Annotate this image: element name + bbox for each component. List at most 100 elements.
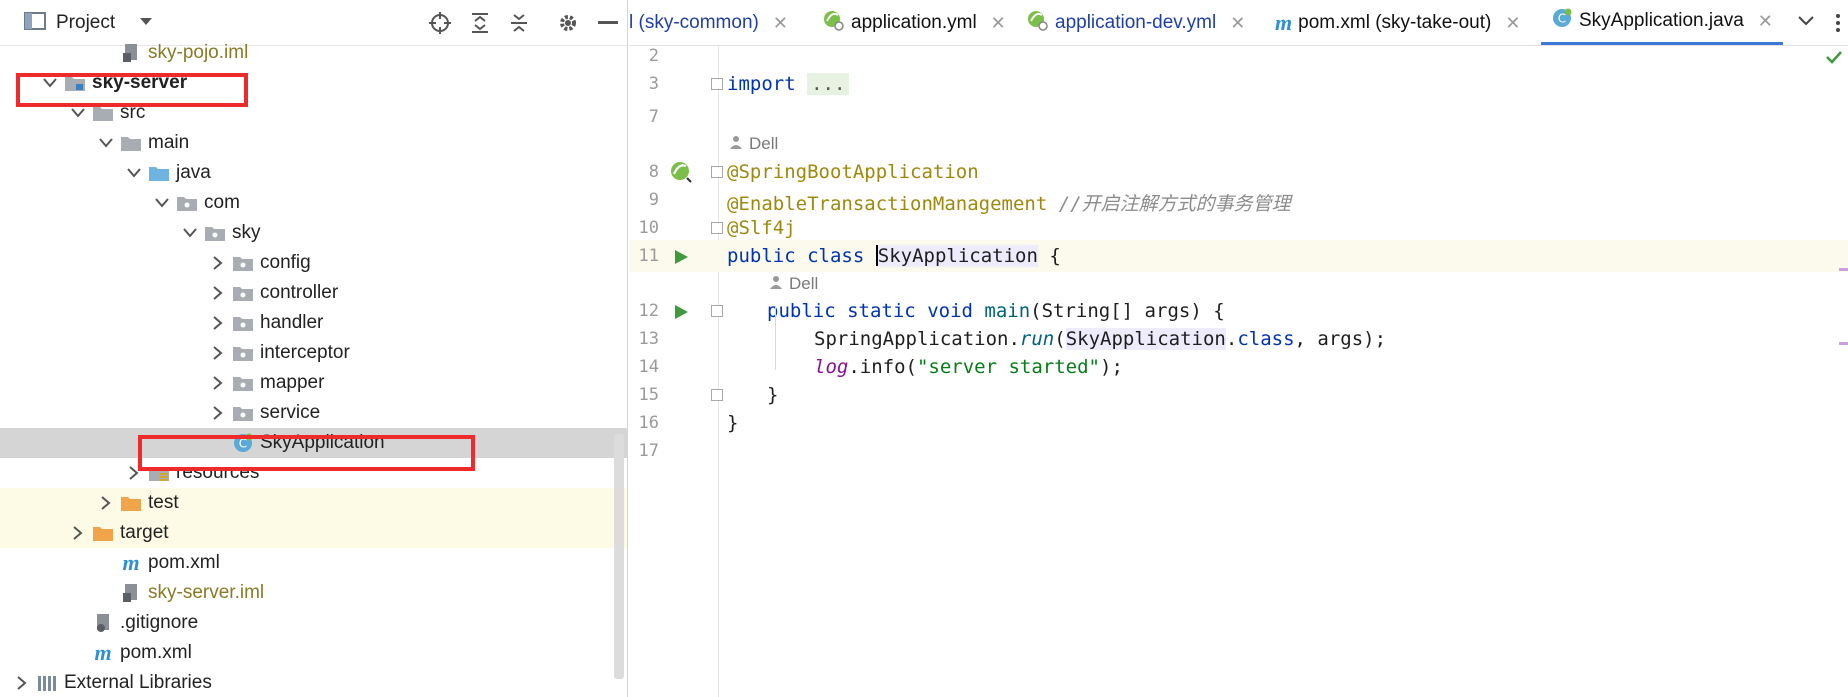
tab-label: application.yml	[851, 12, 977, 33]
project-panel-scrollbar[interactable]	[614, 434, 624, 679]
tree-item-config[interactable]: config	[0, 248, 627, 278]
chevron-down-icon[interactable]	[182, 225, 198, 241]
tree-item-sky-server-iml[interactable]: sky-server.iml	[0, 578, 627, 608]
close-icon[interactable]: ✕	[773, 13, 788, 34]
locate-file-icon[interactable]	[428, 11, 452, 35]
tree-item-sky-pojo-iml[interactable]: sky-pojo.iml	[0, 38, 627, 68]
class-name[interactable]: SkyApplication	[877, 245, 1038, 267]
chevron-right-icon[interactable]	[210, 255, 226, 271]
tree-item-pom-xml[interactable]: m pom.xml	[0, 638, 627, 668]
chevron-right-icon[interactable]	[210, 375, 226, 391]
fold-marker-icon[interactable]	[711, 78, 723, 90]
fold-marker-icon[interactable]	[711, 305, 723, 317]
tree-arrow-spacer	[70, 615, 86, 631]
tree-item-src[interactable]: src	[0, 98, 627, 128]
package-icon	[232, 403, 254, 423]
tree-item-interceptor[interactable]: interceptor	[0, 338, 627, 368]
tree-item-label: sky-server.iml	[148, 582, 265, 603]
import-keyword: import	[727, 73, 796, 95]
tree-item-handler[interactable]: handler	[0, 308, 627, 338]
tree-item-service[interactable]: service	[0, 398, 627, 428]
code-line: 17	[629, 435, 1848, 468]
collapse-all-icon[interactable]	[507, 11, 531, 35]
library-icon	[36, 673, 58, 693]
code-editor[interactable]: 2 3 import ... 7 Dell 8 @SpringBootAppli…	[629, 46, 1848, 697]
chevron-right-icon[interactable]	[70, 525, 86, 541]
chevron-right-icon[interactable]	[98, 495, 114, 511]
tree-arrow-spacer	[98, 585, 114, 601]
tree-arrow-spacer	[98, 45, 114, 61]
keyword-public: public	[727, 245, 796, 267]
fold-marker-icon[interactable]	[711, 166, 723, 178]
fold-marker-icon[interactable]	[711, 222, 723, 234]
tree-item-label: External Libraries	[64, 672, 212, 693]
chevron-down-icon[interactable]	[70, 105, 86, 121]
chevron-right-icon[interactable]	[210, 285, 226, 301]
tree-item-test[interactable]: test	[0, 488, 627, 518]
more-options-icon[interactable]	[1835, 13, 1841, 38]
orange-folder-icon	[92, 523, 114, 543]
tree-item-label: sky	[232, 222, 261, 243]
folded-imports[interactable]: ...	[807, 73, 850, 95]
line-number: 8	[648, 162, 659, 182]
gear-icon[interactable]	[556, 11, 580, 35]
author-hint[interactable]: Dell	[789, 274, 818, 294]
chevron-down-icon[interactable]	[126, 165, 142, 181]
chevron-down-icon[interactable]	[98, 135, 114, 151]
keyword-public: public	[767, 300, 836, 322]
tree-item-skyapplication[interactable]: C SkyApplication	[0, 428, 627, 458]
spring-yml-icon	[1025, 9, 1049, 37]
close-icon[interactable]: ✕	[1230, 13, 1245, 34]
tab-label: pom.xml (sky-take-out)	[1298, 12, 1492, 33]
close-icon[interactable]: ✕	[991, 13, 1006, 34]
tree-item-controller[interactable]: controller	[0, 278, 627, 308]
close-icon[interactable]: ✕	[1758, 11, 1773, 32]
tree-item-label: interceptor	[260, 342, 350, 363]
source-folder-icon	[148, 163, 170, 183]
chevron-down-icon[interactable]	[42, 75, 58, 91]
chevron-right-icon[interactable]	[14, 675, 30, 691]
log-end: );	[1100, 356, 1123, 378]
main-signature-args: (String[] args) {	[1030, 300, 1225, 322]
spring-yml-icon	[821, 9, 845, 37]
tree-item-com[interactable]: com	[0, 188, 627, 218]
minimize-icon[interactable]	[596, 11, 620, 35]
tree-item-gitignore[interactable]: .gitignore	[0, 608, 627, 638]
tree-item-main[interactable]: main	[0, 128, 627, 158]
check-icon[interactable]	[1825, 50, 1843, 69]
class-brace-close: }	[727, 412, 739, 434]
tree-item-mapper[interactable]: mapper	[0, 368, 627, 398]
line-number: 11	[638, 246, 659, 266]
package-icon	[232, 283, 254, 303]
tree-item-target[interactable]: target	[0, 518, 627, 548]
tree-item-sky-server[interactable]: sky-server	[0, 68, 627, 98]
tree-item-external-libraries[interactable]: External Libraries	[0, 668, 627, 697]
chevron-right-icon[interactable]	[210, 315, 226, 331]
tree-item-label: SkyApplication	[260, 432, 385, 453]
fold-marker-icon[interactable]	[711, 389, 723, 401]
chevron-right-icon[interactable]	[126, 465, 142, 481]
tree-item-resources[interactable]: resources	[0, 458, 627, 488]
code-line: 3 import ...	[629, 68, 1848, 101]
package-icon	[232, 343, 254, 363]
folder-icon	[120, 133, 142, 153]
tab-label: application-dev.yml	[1055, 12, 1217, 33]
tab-list-chevron-icon[interactable]	[1797, 14, 1815, 32]
chevron-down-icon[interactable]	[154, 195, 170, 211]
user-icon	[729, 134, 743, 154]
tree-item-label: sky-pojo.iml	[148, 42, 249, 63]
tree-item-label: pom.xml	[148, 552, 220, 573]
tree-item-pom-xml[interactable]: m pom.xml	[0, 548, 627, 578]
annotation-spring-boot: @SpringBootApplication	[727, 161, 979, 183]
run-rest: , args);	[1294, 328, 1387, 350]
chevron-right-icon[interactable]	[210, 405, 226, 421]
chevron-down-icon[interactable]	[139, 14, 153, 32]
expand-all-icon[interactable]	[468, 11, 492, 35]
author-hint[interactable]: Dell	[749, 134, 778, 154]
run-icon[interactable]	[673, 303, 689, 325]
indent-guide	[775, 306, 776, 370]
close-icon[interactable]: ✕	[1505, 13, 1520, 34]
tree-item-sky[interactable]: sky	[0, 218, 627, 248]
chevron-right-icon[interactable]	[210, 345, 226, 361]
tree-item-java[interactable]: java	[0, 158, 627, 188]
